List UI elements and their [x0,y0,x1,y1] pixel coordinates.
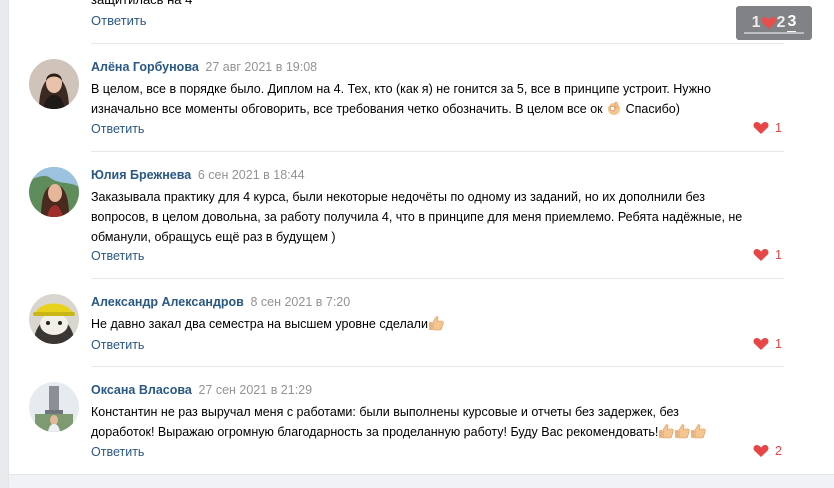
like-count: 2 [775,444,782,458]
comment-line-text: изначально все моменты обговорить, все т… [91,102,603,116]
divider [91,366,784,367]
comment-line-text: доработок! Выражаю огромную благодарност… [91,425,659,439]
reply-link[interactable]: Ответить [91,444,144,460]
comment-text: Заказывала практику для 4 курса, были не… [91,187,751,247]
comment-header: Юлия Брежнева 6 сен 2021 в 18:44 [91,167,305,183]
like-count: 1 [775,121,782,135]
like-button[interactable]: 1 [753,121,782,135]
author-name[interactable]: Юлия Брежнева [91,168,191,182]
comment-line: доработок! Выражаю огромную благодарност… [91,422,751,442]
comment-line: Не давно закал два семестра на высшем ур… [91,314,751,334]
avatar[interactable] [29,294,79,344]
thumbs-up-icon [675,424,690,439]
comment-date[interactable]: 27 авг 2021 в 19:08 [205,60,317,74]
page-2[interactable]: 2 [777,14,786,32]
avatar[interactable] [29,382,79,432]
author-name[interactable]: Оксана Власова [91,383,192,397]
page-1[interactable]: 1 [752,14,761,32]
paginator-progress [744,32,804,34]
reply-link[interactable]: Ответить [91,337,144,353]
reply-link[interactable]: Ответить [91,121,144,137]
comment-line-text: Не давно закал два семестра на высшем ур… [91,317,428,331]
divider [91,278,784,279]
like-count: 1 [775,248,782,262]
comment-date[interactable]: 27 сен 2021 в 21:29 [198,383,312,397]
comment-text: Не давно закал два семестра на высшем ур… [91,314,751,334]
comment-line: Заказывала практику для 4 курса, были не… [91,190,705,204]
heart-icon [753,445,769,457]
thumbs-up-icon [659,424,674,439]
comment-text: Константин не раз выручал меня с работам… [91,402,751,442]
like-button[interactable]: 1 [753,248,782,262]
avatar[interactable] [29,167,79,217]
comment-line: обманули, обращусь ещё раз в будущем ) [91,230,336,244]
like-button[interactable]: 2 [753,444,782,458]
author-name[interactable]: Александр Александров [91,295,244,309]
comment-line-text: Спасибо) [625,102,680,116]
divider [91,151,784,152]
heart-icon [753,249,769,261]
author-name[interactable]: Алёна Горбунова [91,60,199,74]
ok-hand-icon [608,101,621,115]
comment-line: вопросов, в целом довольна, за работу по… [91,210,743,224]
page-paginator[interactable]: 1 2 3 [736,6,812,40]
reply-link[interactable]: Ответить [91,13,147,29]
comment-header: Александр Александров 8 сен 2021 в 7:20 [91,294,350,310]
comments-panel: защитилась на 4 Ответить 1 2 3 Алёна Гор… [8,0,834,488]
heart-icon [753,338,769,350]
comment-date[interactable]: 6 сен 2021 в 18:44 [198,168,305,182]
heart-icon [761,17,777,29]
comment-text-partial: защитилась на 4 [91,0,192,9]
comment-line: В целом, все в порядке было. Диплом на 4… [91,82,711,96]
comment-line: Константин не раз выручал меня с работам… [91,405,679,419]
comment-date[interactable]: 8 сен 2021 в 7:20 [250,295,350,309]
bottom-divider [9,474,834,488]
divider [91,43,784,44]
heart-icon [753,122,769,134]
comment-text: В целом, все в порядке было. Диплом на 4… [91,79,751,119]
avatar[interactable] [29,59,79,109]
comment-header: Оксана Власова 27 сен 2021 в 21:29 [91,382,312,398]
like-button[interactable]: 1 [753,337,782,351]
thumbs-up-icon [428,316,444,331]
thumbs-up-icon [691,424,706,439]
like-count: 1 [775,337,782,351]
comment-header: Алёна Горбунова 27 авг 2021 в 19:08 [91,59,317,75]
reply-link[interactable]: Ответить [91,248,144,264]
comment-line: изначально все моменты обговорить, все т… [91,99,751,119]
page-3[interactable]: 3 [787,13,797,33]
